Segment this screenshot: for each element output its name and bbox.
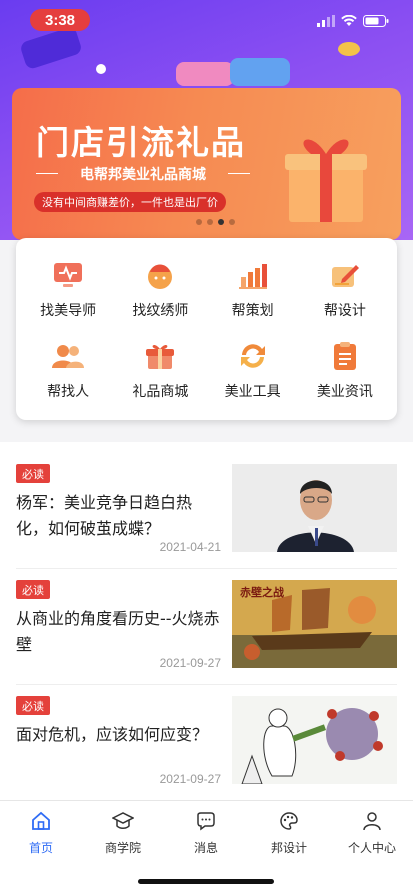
news-date: 2021-09-27	[159, 772, 221, 786]
tab-label: 个人中心	[347, 841, 396, 855]
status-bar: 3:38	[0, 0, 413, 40]
tab-label: 商学院	[104, 841, 141, 855]
category-label: 找美导师	[40, 302, 97, 319]
status-time: 3:38	[30, 9, 90, 31]
bar-chart-icon	[236, 258, 270, 292]
category-grid: 找美导师 找纹绣师 帮策划 帮设计 帮找人 礼品商城 美业工具 美业资讯	[16, 238, 397, 420]
monitor-icon	[51, 258, 85, 292]
person-icon	[362, 811, 382, 835]
tab-messages[interactable]: 消息	[165, 811, 247, 856]
user-hat-icon	[143, 258, 177, 292]
category-label: 帮找人	[47, 383, 90, 400]
tab-design[interactable]: 邦设计	[248, 811, 330, 856]
pagination-dot-active[interactable]	[218, 219, 224, 225]
news-item[interactable]: 必读 面对危机，应该如何应变？ 2021-09-27	[16, 696, 397, 806]
refresh-arrows-icon	[236, 339, 270, 373]
news-title: 从商业的角度看历史--火烧赤壁	[16, 609, 220, 654]
category-label: 帮设计	[323, 302, 366, 319]
category-label: 美业资讯	[316, 383, 373, 400]
must-read-badge: 必读	[16, 696, 50, 715]
graduation-cap-icon	[111, 811, 135, 835]
news-title: 杨军：美业竞争日趋白热化，如何破茧成蝶？	[16, 493, 193, 538]
decoration-cube-blue	[230, 58, 290, 86]
pagination-dot[interactable]	[196, 219, 202, 225]
decoration-coin	[338, 42, 360, 56]
news-item[interactable]: 必读 从商业的角度看历史--火烧赤壁 2021-09-27 赤壁之战	[16, 580, 397, 690]
status-icons	[317, 12, 389, 31]
pagination-dot[interactable]	[207, 219, 213, 225]
category-find-people[interactable]: 帮找人	[22, 329, 114, 410]
category-label: 美业工具	[224, 383, 281, 400]
category-beauty-tools[interactable]: 美业工具	[207, 329, 299, 410]
list-divider	[16, 568, 397, 569]
people-icon	[51, 339, 85, 373]
gift-box-illustration	[285, 139, 367, 222]
wifi-icon	[341, 12, 357, 31]
pagination-dot[interactable]	[229, 219, 235, 225]
must-read-badge: 必读	[16, 580, 50, 599]
must-read-badge: 必读	[16, 464, 50, 483]
tab-business-school[interactable]: 商学院	[82, 811, 164, 856]
home-indicator[interactable]	[138, 879, 274, 884]
banner-title: 门店引流礼品	[36, 123, 246, 162]
category-find-tattoo-artist[interactable]: 找纹绣师	[114, 248, 206, 329]
home-icon	[31, 811, 51, 835]
pen-icon	[328, 258, 362, 292]
category-planning[interactable]: 帮策划	[207, 248, 299, 329]
battery-icon	[363, 12, 389, 31]
news-item[interactable]: 必读 杨军：美业竞争日趋白热化，如何破茧成蝶？ 2021-04-21	[16, 464, 397, 574]
banner-subtitle: 电帮邦美业礼品商城	[36, 164, 250, 184]
category-label: 找纹绣师	[132, 302, 189, 319]
news-date: 2021-09-27	[159, 656, 221, 670]
tab-home[interactable]: 首页	[0, 811, 82, 856]
news-title: 面对危机，应该如何应变？	[16, 725, 209, 744]
chat-bubble-icon	[196, 811, 216, 835]
decoration-sparkle	[96, 64, 106, 74]
list-divider	[16, 684, 397, 685]
gift-box-icon	[143, 339, 177, 373]
tab-label: 邦设计	[270, 841, 307, 855]
news-list: 必读 杨军：美业竞争日趋白热化，如何破茧成蝶？ 2021-04-21 必读 从商…	[0, 442, 413, 800]
battle-thumbnail-caption: 赤壁之战	[240, 586, 284, 599]
news-date: 2021-04-21	[159, 540, 221, 554]
category-gift-mall[interactable]: 礼品商城	[114, 329, 206, 410]
category-label: 礼品商城	[132, 383, 189, 400]
category-design[interactable]: 帮设计	[299, 248, 391, 329]
news-thumbnail-battle: 赤壁之战	[232, 580, 397, 668]
news-thumbnail-cartoon	[232, 696, 397, 784]
category-label: 帮策划	[231, 302, 274, 319]
banner-pagination	[196, 219, 235, 225]
category-find-mentor[interactable]: 找美导师	[22, 248, 114, 329]
decoration-cube-gift	[176, 62, 234, 86]
banner-tagline: 没有中间商赚差价，一件也是出厂价	[34, 192, 226, 212]
tab-profile[interactable]: 个人中心	[331, 811, 413, 856]
signal-icon	[317, 12, 335, 31]
promo-banner[interactable]: 门店引流礼品 电帮邦美业礼品商城 没有中间商赚差价，一件也是出厂价	[12, 88, 401, 240]
tab-label: 消息	[193, 841, 218, 855]
tab-label: 首页	[28, 841, 53, 855]
category-beauty-news[interactable]: 美业资讯	[299, 329, 391, 410]
palette-icon	[279, 811, 299, 835]
news-thumbnail-portrait	[232, 464, 397, 552]
document-icon	[328, 339, 362, 373]
